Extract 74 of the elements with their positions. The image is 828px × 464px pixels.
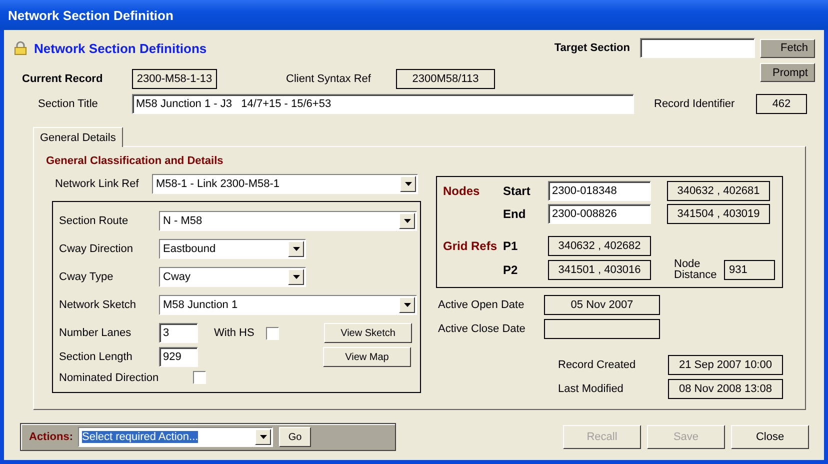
form-title: Network Section Definitions: [34, 40, 207, 56]
field-label: Active Open Date: [438, 299, 526, 311]
readonly-field: 08 Nov 2008 13:08: [668, 379, 783, 399]
readonly-field: 340632 , 402681: [667, 181, 770, 201]
dialog-button[interactable]: Close: [731, 425, 809, 449]
readonly-field: 341501 , 403016: [548, 260, 651, 280]
target-section-field[interactable]: [640, 38, 755, 58]
dropdown[interactable]: M58-1 - Link 2300-M58-1: [152, 174, 418, 194]
field-label: Current Record: [22, 73, 104, 85]
checkbox[interactable]: [266, 326, 279, 340]
field-label: Section Route: [59, 215, 130, 227]
caret-icon: [292, 275, 300, 279]
window-title: Network Section Definition: [8, 8, 174, 22]
dropdown-arrow-button[interactable]: [399, 297, 415, 313]
dropdown-arrow-button[interactable]: [288, 241, 304, 257]
caret-icon: [404, 182, 412, 186]
readonly-field: 340632 , 402682: [548, 236, 651, 256]
node-field[interactable]: 2300-008826: [548, 204, 651, 224]
dropdown-arrow-button[interactable]: [399, 213, 415, 229]
section-length-field[interactable]: 929: [159, 347, 198, 367]
field-label: Start: [503, 184, 532, 198]
field-label: Cway Direction: [59, 243, 134, 255]
section-heading: Grid Refs: [443, 239, 498, 253]
fetch-button[interactable]: Fetch: [760, 38, 815, 58]
dropdown[interactable]: N - M58: [159, 211, 417, 231]
section-title-field[interactable]: M58 Junction 1 - J3 14/7+15 - 15/6+53: [132, 94, 634, 114]
field-label: Network Link Ref: [55, 178, 140, 190]
view-sketch-button[interactable]: View Sketch: [324, 323, 412, 343]
dropdown-arrow-button[interactable]: [288, 269, 304, 285]
field-label: Actions:: [29, 431, 74, 443]
node-field[interactable]: 2300-018348: [548, 181, 651, 201]
readonly-field: 2300-M58-1-13: [132, 69, 217, 89]
view-map-button[interactable]: View Map: [323, 347, 411, 367]
readonly-field: 341504 , 403019: [667, 204, 770, 224]
checkbox[interactable]: [193, 371, 206, 384]
tab[interactable]: General Details: [33, 127, 123, 147]
checkbox-label: Nominated Direction: [59, 372, 160, 384]
prompt-button[interactable]: Prompt: [760, 63, 815, 82]
go-button[interactable]: Go: [279, 427, 311, 447]
dropdown[interactable]: M58 Junction 1: [159, 295, 417, 315]
field-label: Last Modified: [558, 383, 624, 395]
readonly-field: 05 Nov 2007: [544, 295, 660, 315]
lock-icon: [14, 41, 27, 55]
field-label: Section Title: [38, 98, 99, 110]
section-heading: General Classification and Details: [46, 155, 224, 167]
field-label: Record Created: [558, 359, 637, 371]
field-label: P1: [503, 239, 519, 253]
caret-icon: [404, 219, 410, 223]
field-label: Network Sketch: [59, 299, 138, 311]
section-heading: Nodes: [443, 184, 481, 198]
checkbox-label: With HS: [214, 327, 256, 339]
field-label: Number Lanes: [59, 327, 132, 339]
field-label: Section Length: [59, 351, 134, 363]
field-label: P2: [503, 263, 519, 277]
readonly-field: 2300M58/113: [396, 69, 495, 89]
actions-dropdown[interactable]: Select required Action...: [78, 427, 273, 447]
dropdown[interactable]: Cway: [159, 267, 306, 287]
dropdown[interactable]: Eastbound: [159, 239, 306, 259]
caret-icon: [404, 303, 410, 307]
readonly-field: 21 Sep 2007 10:00: [668, 355, 783, 375]
dropdown-arrow-button[interactable]: [255, 429, 271, 445]
field-label: Active Close Date: [438, 323, 526, 335]
field-label: Record Identifier: [654, 98, 736, 110]
dropdown-arrow-button[interactable]: [400, 176, 416, 192]
field-label: Node Distance: [674, 259, 718, 281]
readonly-field: 462: [756, 94, 807, 114]
number-lanes-field[interactable]: 3: [159, 323, 198, 343]
caret-icon: [292, 247, 300, 251]
field-label: Client Syntax Ref: [286, 73, 372, 85]
field-label: Target Section: [554, 42, 630, 54]
caret-icon: [260, 435, 266, 439]
field-label: Cway Type: [59, 271, 114, 283]
field-label: End: [503, 207, 527, 221]
readonly-field: 931: [724, 260, 775, 280]
